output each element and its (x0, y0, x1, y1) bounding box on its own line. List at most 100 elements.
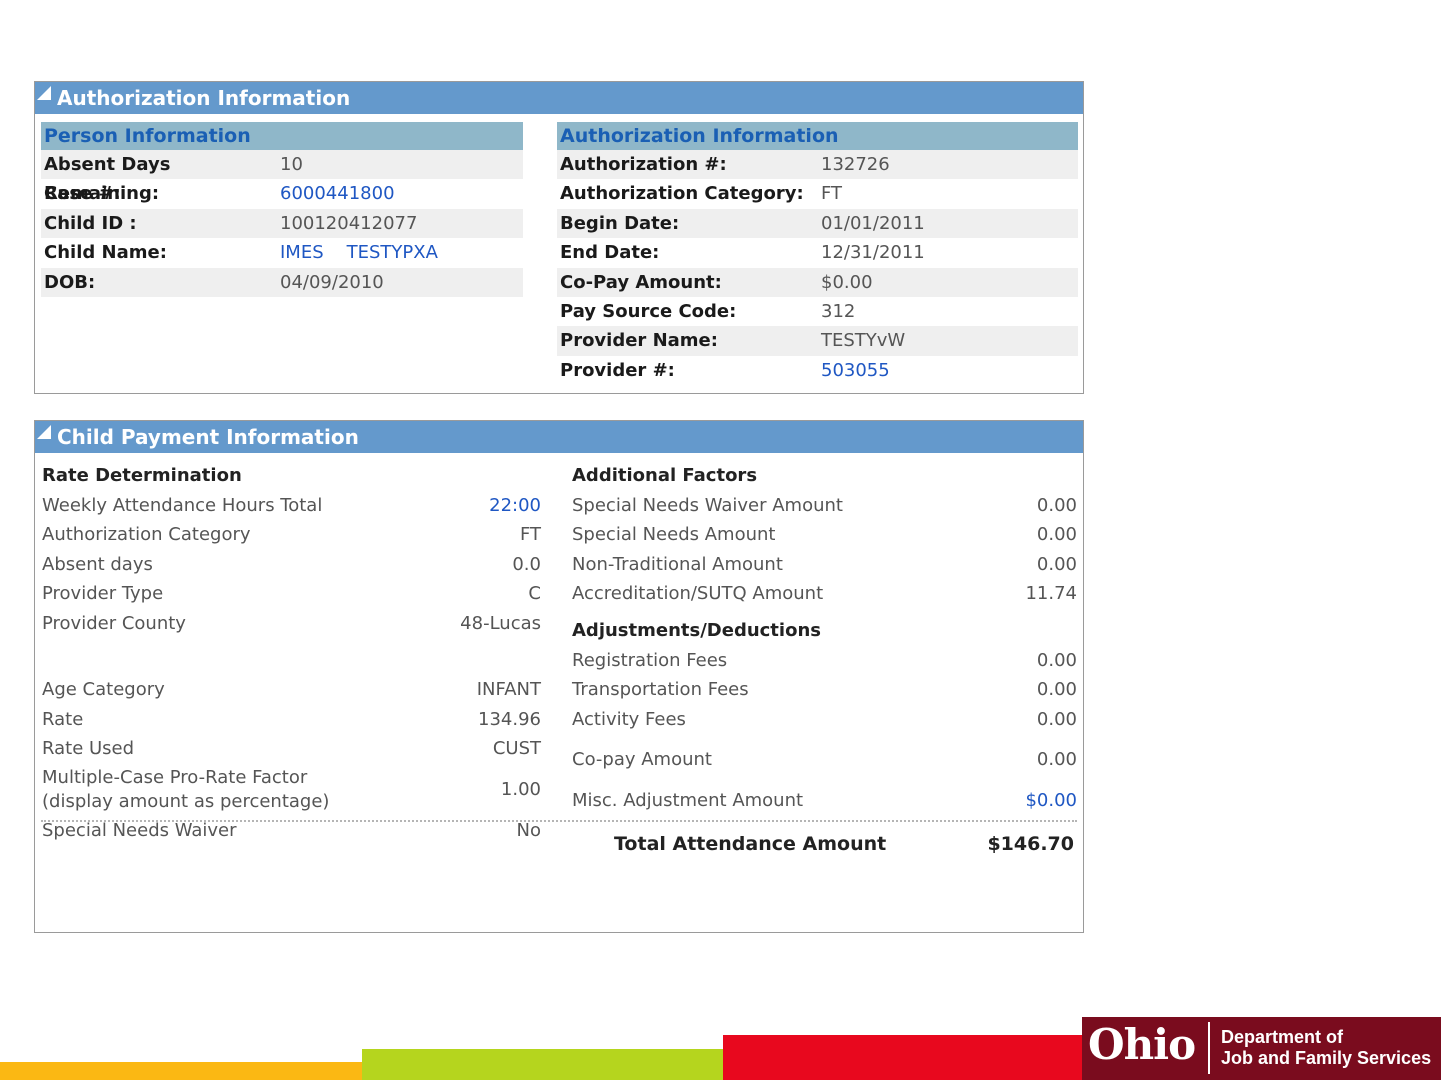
field-value: 0.00 (1036, 708, 1077, 730)
field-label: Co-pay Amount (572, 749, 712, 771)
table-row: Age Category INFANT (42, 675, 541, 705)
logo-divider (1208, 1022, 1210, 1074)
collapse-corner-icon[interactable] (37, 425, 51, 439)
section-heading-row: Additional Factors (572, 461, 1077, 491)
field-value: 0.00 (1036, 749, 1077, 771)
footer-bar-red (723, 1035, 1083, 1080)
field-label: Co-Pay Amount: (560, 271, 722, 293)
field-value: 11.74 (1025, 583, 1077, 604)
total-attendance-value: $146.70 (987, 833, 1074, 855)
field-label: Transportation Fees (572, 679, 749, 700)
case-number-link[interactable]: 6000441800 (280, 179, 395, 208)
misc-adjustment-link[interactable]: $0.00 (1025, 786, 1077, 816)
ohio-logo-text: Ohio (1088, 1020, 1196, 1069)
additional-factors-section: Additional Factors Special Needs Waiver … (572, 461, 1077, 816)
child-payment-panel: Child Payment Information Rate Determina… (34, 420, 1084, 933)
field-label: Registration Fees (572, 649, 728, 671)
field-label: Provider County (42, 612, 186, 634)
footer-bar-yellow (0, 1062, 362, 1080)
field-label: Activity Fees (572, 708, 686, 730)
rate-determination-section: Rate Determination Weekly Attendance Hou… (42, 461, 541, 845)
section-heading-row: Adjustments/Deductions (572, 616, 1077, 646)
field-label: End Date: (560, 242, 660, 264)
table-row: Provider Type C (42, 579, 541, 609)
field-value: 48-Lucas (460, 612, 541, 634)
table-row: Special Needs Amount 0.00 (572, 520, 1077, 550)
field-value: 0.00 (1036, 553, 1077, 575)
field-label: Child ID : (44, 212, 137, 234)
field-label: Non-Traditional Amount (572, 553, 783, 575)
field-label: Absent Days Remaining: (44, 154, 171, 205)
field-value: 0.0 (512, 553, 541, 575)
field-label: Weekly Attendance Hours Total (42, 494, 323, 516)
footer-bar-green (362, 1049, 723, 1080)
table-row: Transportation Fees 0.00 (572, 675, 1077, 705)
person-information-title: Person Information (41, 122, 523, 150)
table-row: Absent days 0.0 (42, 550, 541, 580)
begin-date-value: 01/01/2011 (821, 212, 925, 234)
child-first-name-link[interactable]: IMES (280, 238, 324, 267)
field-label: Special Needs Amount (572, 524, 776, 545)
section-heading-row: Rate Determination (42, 461, 541, 491)
authorization-panel: Authorization Information Person Informa… (34, 81, 1084, 394)
rate-determination-heading: Rate Determination (42, 465, 242, 486)
field-label: Rate Used (42, 738, 135, 759)
field-label: Provider Name: (560, 330, 718, 352)
dept-line-2: Job and Family Services (1221, 1048, 1432, 1068)
table-row: Child Name: IMES TESTYPXA (41, 238, 523, 267)
adjustments-heading: Adjustments/Deductions (572, 620, 821, 641)
authorization-information-title: Authorization Information (557, 122, 1078, 150)
table-row: Registration Fees 0.00 (572, 646, 1077, 676)
table-row: Authorization #: 132726 (557, 150, 1078, 180)
provider-number-link[interactable]: 503055 (821, 356, 890, 385)
field-label: Special Needs Waiver Amount (572, 494, 843, 516)
ohio-jfs-logo: Ohio Department of Job and Family Servic… (1082, 1017, 1441, 1080)
dept-line-1: Department of (1221, 1027, 1344, 1047)
table-row: Weekly Attendance Hours Total 22:00 (42, 491, 541, 521)
table-row: End Date: 12/31/2011 (557, 238, 1078, 267)
additional-factors-heading: Additional Factors (572, 465, 758, 486)
pay-source-code-value: 312 (821, 300, 856, 322)
table-row: Provider Name: TESTYvW (557, 326, 1078, 356)
table-row: DOB: 04/09/2010 (41, 267, 523, 297)
field-label: Provider #: (560, 359, 675, 381)
table-row: Case #: 6000441800 (41, 179, 523, 208)
provider-name-value: TESTYvW (821, 330, 906, 352)
pro-rate-label: Multiple-Case Pro-Rate Factor (42, 766, 308, 788)
absent-days-remaining-value: 10 (280, 154, 303, 175)
end-date-value: 12/31/2011 (821, 242, 925, 264)
panel-title: Authorization Information (57, 86, 351, 110)
field-label: Authorization Category: (560, 183, 804, 205)
field-label: Case #: (44, 183, 121, 205)
field-value: FT (519, 524, 541, 545)
authorization-information-table: Authorization Information Authorization … (557, 122, 1078, 385)
child-payment-panel-header[interactable]: Child Payment Information (35, 421, 1083, 453)
table-row: Rate Used CUST (42, 734, 541, 764)
field-value: 0.00 (1036, 679, 1077, 700)
field-label: Pay Source Code: (560, 300, 737, 322)
authorization-panel-header[interactable]: Authorization Information (35, 82, 1083, 114)
person-information-table: Person Information Absent Days Remaining… (41, 122, 523, 297)
co-pay-amount-value: $0.00 (821, 271, 873, 293)
field-value: 0.00 (1036, 524, 1077, 545)
field-label: Age Category (42, 679, 165, 700)
panel-title: Child Payment Information (57, 425, 359, 449)
field-label: Begin Date: (560, 212, 680, 234)
weekly-hours-link[interactable]: 22:00 (489, 491, 541, 521)
table-row: Absent Days Remaining: 10 (41, 150, 523, 205)
authorization-category-value: FT (821, 183, 843, 205)
field-label: Rate (42, 708, 84, 730)
table-row: Accreditation/SUTQ Amount 11.74 (572, 579, 1077, 609)
field-label: Provider Type (42, 583, 164, 604)
field-label: Child Name: (44, 242, 167, 264)
field-label: Misc. Adjustment Amount (572, 790, 804, 811)
field-label: Accreditation/SUTQ Amount (572, 583, 824, 604)
table-row: Child ID : 100120412077 (41, 208, 523, 239)
field-value: CUST (492, 738, 541, 759)
field-label: Authorization #: (560, 154, 727, 175)
child-id-value: 100120412077 (280, 212, 418, 234)
child-last-name-link[interactable]: TESTYPXA (347, 238, 438, 267)
collapse-corner-icon[interactable] (37, 86, 51, 100)
table-row: Co-pay Amount 0.00 (572, 734, 1077, 786)
dotted-divider (41, 820, 1077, 822)
